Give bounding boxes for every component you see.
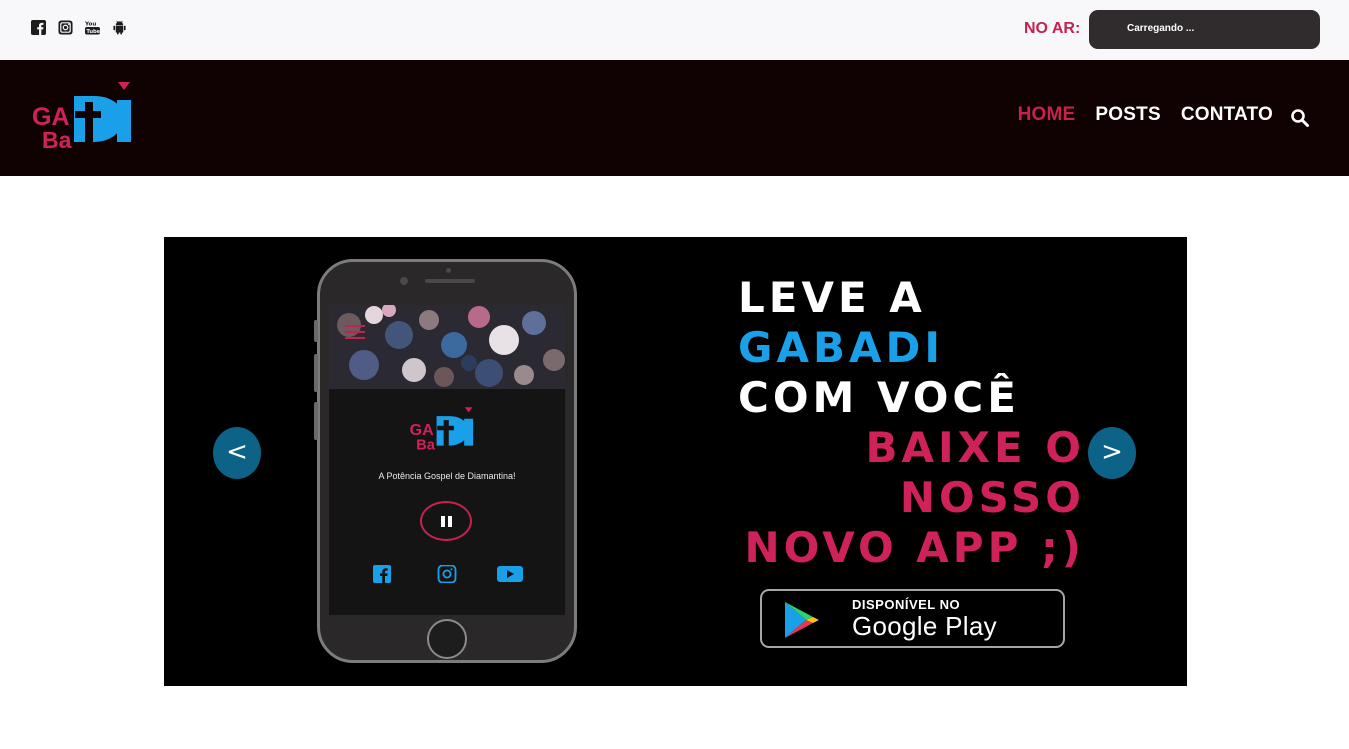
phone-side-button bbox=[314, 402, 318, 440]
menu-icon bbox=[345, 325, 365, 343]
promo-banner: GA Ba A Potência Gospel de Diamantina! L… bbox=[164, 237, 1187, 686]
facebook-icon bbox=[373, 565, 391, 583]
headline-line-4: BAIXE O bbox=[865, 423, 1085, 472]
headline-line-3: COM VOCÊ bbox=[738, 373, 1020, 422]
google-play-big-text: Google Play bbox=[852, 611, 997, 641]
phone-speaker bbox=[425, 279, 475, 283]
headline-line-6: NOVO APP ;) bbox=[744, 523, 1085, 572]
pause-icon bbox=[420, 501, 472, 541]
social-links: You Tube bbox=[31, 20, 127, 35]
headline-line-2: GABADI bbox=[738, 323, 944, 372]
nav-posts[interactable]: POSTS bbox=[1095, 104, 1160, 126]
crowd-photo bbox=[329, 305, 565, 389]
svg-text:You: You bbox=[85, 22, 96, 28]
slider-next-button[interactable]: > bbox=[1088, 427, 1136, 479]
site-header: GA Ba HOME POSTS CONTATO bbox=[0, 60, 1349, 176]
youtube-icon[interactable]: You Tube bbox=[85, 20, 100, 35]
now-playing-text: Carregando ... bbox=[1127, 23, 1195, 34]
top-bar: You Tube NO AR: Carregando ... bbox=[0, 0, 1349, 60]
nav-contato[interactable]: CONTATO bbox=[1181, 104, 1273, 126]
app-logo-text-ba: Ba bbox=[416, 438, 436, 454]
headline-line-1: LEVE A bbox=[738, 273, 926, 322]
phone-side-button bbox=[314, 354, 318, 392]
phone-side-button bbox=[314, 320, 318, 342]
now-playing-display: Carregando ... bbox=[1089, 10, 1320, 49]
phone-home-button bbox=[427, 619, 467, 659]
app-tagline: A Potência Gospel de Diamantina! bbox=[378, 471, 516, 481]
app-logo: GA Ba bbox=[410, 407, 474, 454]
google-play-icon bbox=[785, 602, 819, 638]
facebook-icon[interactable] bbox=[31, 20, 46, 35]
instagram-icon[interactable] bbox=[58, 20, 73, 35]
app-logo-text-ga: GA bbox=[410, 421, 434, 439]
instagram-icon bbox=[437, 565, 457, 583]
phone-sensor bbox=[400, 277, 408, 285]
diamond-icon bbox=[118, 82, 130, 90]
phone-camera bbox=[446, 268, 451, 273]
svg-text:Tube: Tube bbox=[86, 29, 100, 35]
nav-home[interactable]: HOME bbox=[1018, 104, 1076, 126]
phone-screen: GA Ba A Potência Gospel de Diamantina! bbox=[329, 305, 565, 615]
logo-text-ba: Ba bbox=[42, 127, 72, 153]
youtube-icon bbox=[497, 566, 523, 582]
phone-mockup: GA Ba A Potência Gospel de Diamantina! bbox=[314, 259, 577, 663]
android-icon[interactable] bbox=[112, 20, 127, 35]
gabadi-logo[interactable]: GA Ba bbox=[30, 77, 138, 155]
main-nav: HOME POSTS CONTATO bbox=[1018, 104, 1273, 126]
google-play-badge[interactable]: DISPONÍVEL NO Google Play bbox=[760, 589, 1065, 648]
search-icon[interactable] bbox=[1290, 108, 1310, 128]
headline-line-5: NOSSO bbox=[899, 473, 1085, 522]
google-play-small-text: DISPONÍVEL NO bbox=[852, 597, 961, 612]
on-air-label: NO AR: bbox=[1024, 20, 1081, 37]
download-call-to-action: BAIXE O NOSSO NOVO APP ;) bbox=[744, 423, 1085, 573]
slider-prev-button[interactable]: < bbox=[213, 427, 261, 479]
